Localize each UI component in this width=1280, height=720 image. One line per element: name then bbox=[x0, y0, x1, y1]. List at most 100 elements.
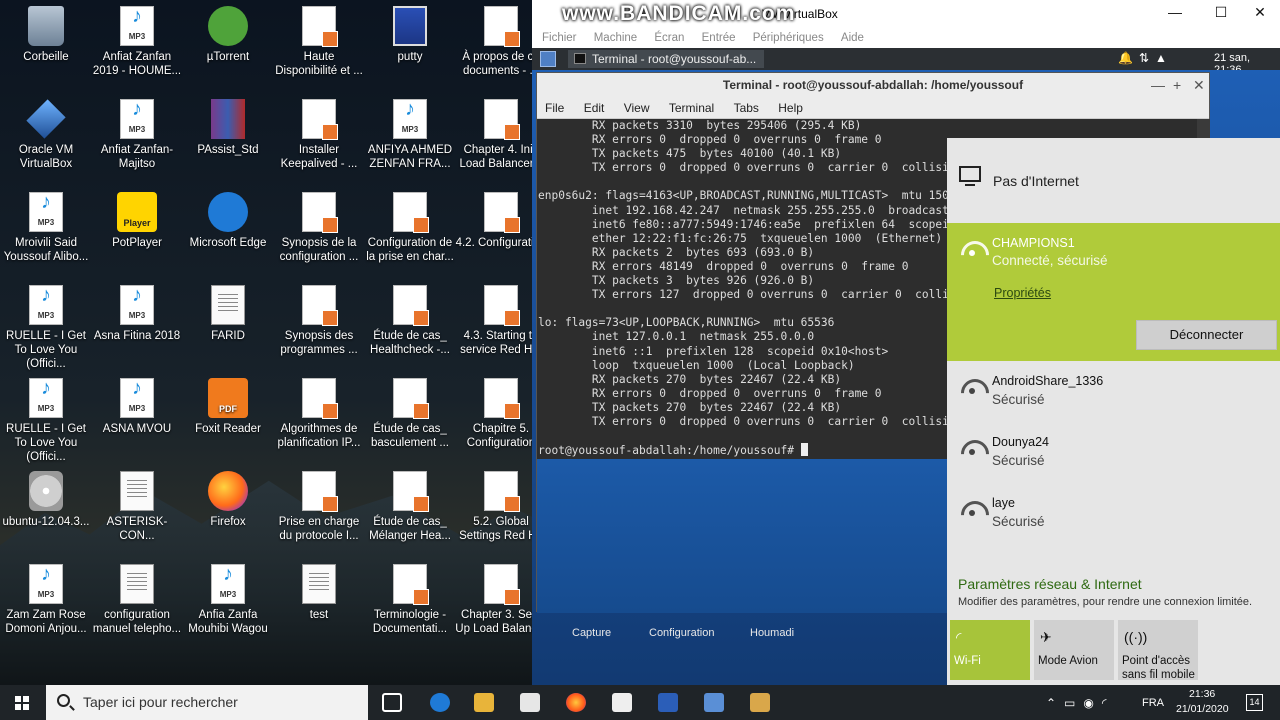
document-icon bbox=[302, 285, 338, 326]
word-icon[interactable] bbox=[658, 693, 678, 712]
terminal-menu-help[interactable]: Help bbox=[778, 97, 803, 119]
desktop-icon[interactable]: PDF Foxit Reader bbox=[182, 372, 274, 465]
disconnect-button[interactable]: Déconnecter bbox=[1136, 320, 1277, 350]
desktop-icon[interactable]: configuration manuel telepho... bbox=[91, 558, 183, 651]
network-status: Sécurisé bbox=[992, 514, 1045, 529]
properties-link[interactable]: Propriétés bbox=[994, 286, 1051, 300]
desktop-icon[interactable]: Synopsis des programmes ... bbox=[273, 279, 365, 372]
virtualbox-taskbar-icon[interactable] bbox=[704, 693, 724, 712]
terminal-menu-view[interactable]: View bbox=[624, 97, 650, 119]
document-icon bbox=[302, 6, 338, 47]
desktop-icon[interactable]: Corbeille bbox=[0, 0, 92, 93]
desktop-icon-label: Microsoft Edge bbox=[189, 237, 267, 249]
menu-fichier[interactable]: Fichier bbox=[542, 28, 577, 48]
terminal-titlebar[interactable]: Terminal - root@youssouf-abdallah: /home… bbox=[537, 73, 1209, 97]
guest-launcher-icon[interactable] bbox=[540, 51, 556, 67]
terminal-menu-file[interactable]: File bbox=[545, 97, 564, 119]
terminal-minimize-button[interactable]: — bbox=[1151, 73, 1165, 97]
store-icon[interactable] bbox=[520, 693, 540, 712]
terminal-maximize-button[interactable]: + bbox=[1173, 73, 1181, 97]
guest-label-capture[interactable]: Capture bbox=[572, 627, 611, 639]
mail-icon[interactable] bbox=[612, 693, 632, 712]
network-settings-link[interactable]: Paramètres réseau & Internet bbox=[958, 576, 1142, 592]
search-box[interactable]: Taper ici pour rechercher bbox=[46, 685, 368, 720]
menu-entree[interactable]: Entrée bbox=[702, 28, 736, 48]
notification-center-icon[interactable]: 14 bbox=[1246, 694, 1263, 711]
desktop-icon-label: configuration manuel telepho... bbox=[92, 609, 182, 635]
guest-label-houmadi[interactable]: Houmadi bbox=[750, 627, 794, 639]
desktop-icon-label: PAssist_Std bbox=[197, 144, 259, 156]
connected-network[interactable]: CHAMPIONS1 Connecté, sécurisé Propriétés… bbox=[947, 223, 1280, 361]
document-icon bbox=[393, 471, 429, 512]
desktop-icon[interactable]: Microsoft Edge bbox=[182, 186, 274, 279]
desktop-icon[interactable]: Terminologie - Documentati... bbox=[364, 558, 456, 651]
menu-ecran[interactable]: Écran bbox=[654, 28, 684, 48]
edge-icon bbox=[208, 192, 248, 232]
desktop-icon[interactable]: Haute Disponibilité et ... bbox=[273, 0, 365, 93]
text-file-icon bbox=[120, 471, 154, 511]
recycle-bin-icon bbox=[28, 6, 64, 46]
desktop-icon[interactable]: PAssist_Std bbox=[182, 93, 274, 186]
desktop-icon[interactable]: test bbox=[273, 558, 365, 651]
desktop-icon[interactable]: Zam Zam Rose Domoni Anjou... bbox=[0, 558, 92, 651]
menu-machine[interactable]: Machine bbox=[594, 28, 637, 48]
start-button[interactable] bbox=[0, 685, 44, 720]
menu-aide[interactable]: Aide bbox=[841, 28, 864, 48]
terminal-menu-terminal[interactable]: Terminal bbox=[669, 97, 714, 119]
desktop-icon[interactable]: µTorrent bbox=[182, 0, 274, 93]
guest-tray-icons[interactable]: 🔔⇅▲ bbox=[1118, 51, 1173, 65]
desktop-icon[interactable]: Étude de cas_ Mélanger Hea... bbox=[364, 465, 456, 558]
firefox-taskbar-icon[interactable] bbox=[566, 693, 586, 712]
task-view-icon[interactable] bbox=[382, 693, 402, 712]
terminal-menu-tabs[interactable]: Tabs bbox=[734, 97, 759, 119]
desktop-icon[interactable]: Mroivili Said Youssouf Alibo... bbox=[0, 186, 92, 279]
app-taskbar-icon[interactable] bbox=[750, 693, 770, 712]
desktop-icon[interactable]: Algorithmes de planification IP... bbox=[273, 372, 365, 465]
quick-action-wifi[interactable]: ◜ Wi-Fi bbox=[950, 620, 1030, 680]
desktop-icon[interactable]: RUELLE - I Get To Love You (Offici... bbox=[0, 279, 92, 372]
virtualbox-titlebar[interactable]: VM VirtualBox www.BANDICAM.com — ☐ ✕ bbox=[532, 0, 1280, 28]
desktop-icon-label: Algorithmes de planification IP... bbox=[277, 423, 361, 449]
clock-time[interactable]: 21:36 bbox=[1189, 688, 1215, 700]
minimize-button[interactable]: — bbox=[1152, 4, 1198, 24]
desktop-icon[interactable]: putty bbox=[364, 0, 456, 93]
network-item[interactable]: laye Sécurisé bbox=[947, 483, 1280, 544]
desktop-icon[interactable]: Installer Keepalived - ... bbox=[273, 93, 365, 186]
clock-date[interactable]: 21/01/2020 bbox=[1176, 703, 1229, 715]
edge-taskbar-icon[interactable] bbox=[430, 693, 450, 712]
desktop-icon[interactable]: FARID bbox=[182, 279, 274, 372]
quick-action-mobile-hotspot[interactable]: ((·)) Point d'accès sans fil mobile bbox=[1118, 620, 1198, 681]
desktop-icon[interactable]: Configuration de la prise en char... bbox=[364, 186, 456, 279]
desktop-icon[interactable]: ASTERISK-CON... bbox=[91, 465, 183, 558]
file-explorer-icon[interactable] bbox=[474, 693, 494, 712]
desktop-icon[interactable]: Anfiat Zanfan- Majitso bbox=[91, 93, 183, 186]
terminal-close-button[interactable]: ✕ bbox=[1193, 73, 1205, 97]
desktop-icon[interactable]: ubuntu-12.04.3... bbox=[0, 465, 92, 558]
terminal-menu-edit[interactable]: Edit bbox=[584, 97, 605, 119]
desktop-icon[interactable]: Étude de cas_ Healthcheck -... bbox=[364, 279, 456, 372]
desktop-icon[interactable]: Firefox bbox=[182, 465, 274, 558]
language-indicator[interactable]: FRA bbox=[1142, 697, 1164, 709]
foxit-reader-icon: PDF bbox=[208, 378, 248, 418]
desktop-icon[interactable]: ANFIYA AHMED ZENFAN FRA... bbox=[364, 93, 456, 186]
desktop-icon[interactable]: Oracle VM VirtualBox bbox=[0, 93, 92, 186]
desktop-icon[interactable]: RUELLE - I Get To Love You (Offici... bbox=[0, 372, 92, 465]
network-item[interactable]: AndroidShare_1336 Sécurisé bbox=[947, 361, 1280, 422]
desktop-icon[interactable]: Synopsis de la configuration ... bbox=[273, 186, 365, 279]
desktop-icon[interactable]: Prise en charge du protocole I... bbox=[273, 465, 365, 558]
network-item[interactable]: Dounya24 Sécurisé bbox=[947, 422, 1280, 483]
desktop-icon[interactable]: ASNA MVOU bbox=[91, 372, 183, 465]
desktop-icon[interactable]: Étude de cas_ basculement ... bbox=[364, 372, 456, 465]
terminal-icon bbox=[574, 53, 586, 64]
desktop-icon[interactable]: Anfia Zanfa Mouhibi Wagou bbox=[182, 558, 274, 651]
menu-peripheriques[interactable]: Périphériques bbox=[753, 28, 824, 48]
desktop-icon[interactable]: Player PotPlayer bbox=[91, 186, 183, 279]
desktop-icon[interactable]: Anfiat Zanfan 2019 - HOUME... bbox=[91, 0, 183, 93]
quick-action-airplane-mode[interactable]: ✈ Mode Avion bbox=[1034, 620, 1114, 680]
guest-task-terminal[interactable]: Terminal - root@youssouf-ab... bbox=[568, 50, 764, 68]
close-button[interactable]: ✕ bbox=[1237, 4, 1280, 24]
guest-label-configuration[interactable]: Configuration bbox=[649, 627, 714, 639]
desktop-icon-label: ANFIYA AHMED ZENFAN FRA... bbox=[367, 144, 453, 170]
desktop-icon[interactable]: Asna Fitina 2018 bbox=[91, 279, 183, 372]
system-tray-icons[interactable]: ⌃▭◉◜ bbox=[1046, 696, 1115, 710]
